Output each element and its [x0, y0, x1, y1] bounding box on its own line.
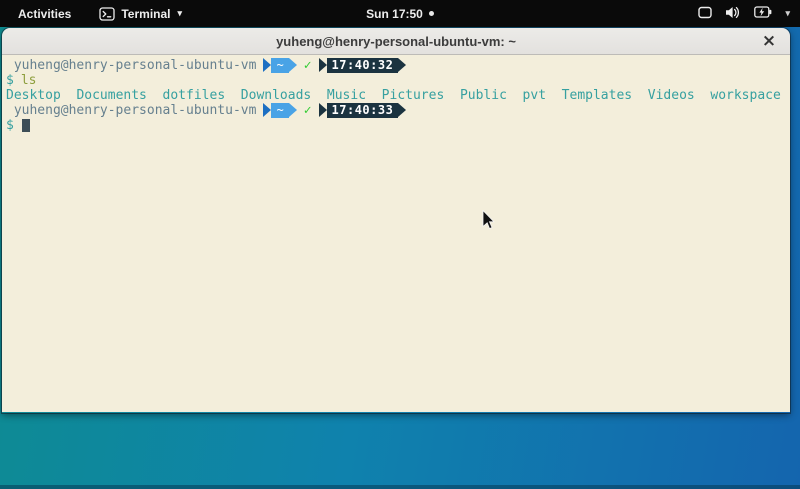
directory-name: Pictures: [382, 88, 445, 103]
status-check-icon: ✓: [304, 58, 312, 73]
powerline-arrow-icon: [398, 103, 406, 117]
screen-icon: [698, 6, 712, 22]
directory-name: Documents: [76, 88, 146, 103]
status-check-icon: ✓: [304, 103, 312, 118]
terminal-cursor: [22, 119, 30, 132]
powerline-arrow-icon: [289, 103, 297, 117]
powerline-time-segment: 17:40:33: [319, 103, 407, 118]
system-tray[interactable]: ▾: [698, 0, 790, 27]
directory-name: Templates: [562, 88, 632, 103]
directory-name: Downloads: [241, 88, 311, 103]
close-button[interactable]: ×: [756, 28, 782, 54]
current-directory: ~: [271, 103, 288, 118]
powerline-arrow-icon: [263, 103, 271, 117]
command-line: $ ls: [6, 73, 786, 88]
notification-dot-icon: [429, 11, 434, 16]
powerline-arrow-icon: [398, 58, 406, 72]
powerline-arrow-icon: [319, 58, 327, 72]
clock-label: Sun 17:50: [366, 7, 423, 21]
directory-name: workspace: [710, 88, 780, 103]
current-directory: ~: [271, 58, 288, 73]
directory-name: dotfiles: [163, 88, 226, 103]
window-titlebar[interactable]: yuheng@henry-personal-ubuntu-vm: ~ ×: [2, 28, 790, 55]
command-line: $: [6, 118, 786, 133]
window-title: yuheng@henry-personal-ubuntu-vm: ~: [276, 34, 516, 49]
prompt-timestamp: 17:40:32: [327, 58, 399, 73]
prompt-line: yuheng@henry-personal-ubuntu-vm ~ ✓ 17:4…: [6, 103, 786, 118]
ls-output-line: Desktop Documents dotfiles Downloads Music Pi…: [6, 88, 786, 103]
directory-name: pvt: [523, 88, 546, 103]
terminal-content[interactable]: yuheng@henry-personal-ubuntu-vm ~ ✓ 17:4…: [2, 55, 790, 412]
mouse-pointer-icon: [482, 210, 495, 235]
top-bar: Activities Terminal ▾ Sun 17:50: [0, 0, 800, 27]
terminal-window: yuheng@henry-personal-ubuntu-vm: ~ × yuh…: [2, 28, 790, 413]
prompt-symbol: $: [6, 118, 14, 133]
battery-charging-icon: [754, 6, 772, 21]
powerline-arrow-icon: [319, 103, 327, 117]
directory-name: Public: [460, 88, 507, 103]
directory-name: Desktop: [6, 88, 61, 103]
prompt-line: yuheng@henry-personal-ubuntu-vm ~ ✓ 17:4…: [6, 58, 786, 73]
prompt-timestamp: 17:40:33: [327, 103, 399, 118]
volume-icon: [725, 6, 741, 22]
powerline-arrow-icon: [289, 58, 297, 72]
directory-name: Videos: [648, 88, 695, 103]
powerline-directory-segment: ~: [263, 103, 296, 118]
prompt-user-host: yuheng@henry-personal-ubuntu-vm: [14, 103, 257, 118]
clock-button[interactable]: Sun 17:50: [366, 7, 434, 21]
clock-area: Sun 17:50: [0, 7, 800, 21]
powerline-directory-segment: ~: [263, 58, 296, 73]
desktop: Activities Terminal ▾ Sun 17:50: [0, 0, 800, 489]
prompt-symbol: $: [6, 73, 14, 88]
chevron-down-icon: ▾: [785, 8, 790, 19]
directory-name: Music: [327, 88, 366, 103]
powerline-time-segment: 17:40:32: [319, 58, 407, 73]
prompt-user-host: yuheng@henry-personal-ubuntu-vm: [14, 58, 257, 73]
typed-command: ls: [21, 73, 37, 88]
powerline-arrow-icon: [263, 58, 271, 72]
